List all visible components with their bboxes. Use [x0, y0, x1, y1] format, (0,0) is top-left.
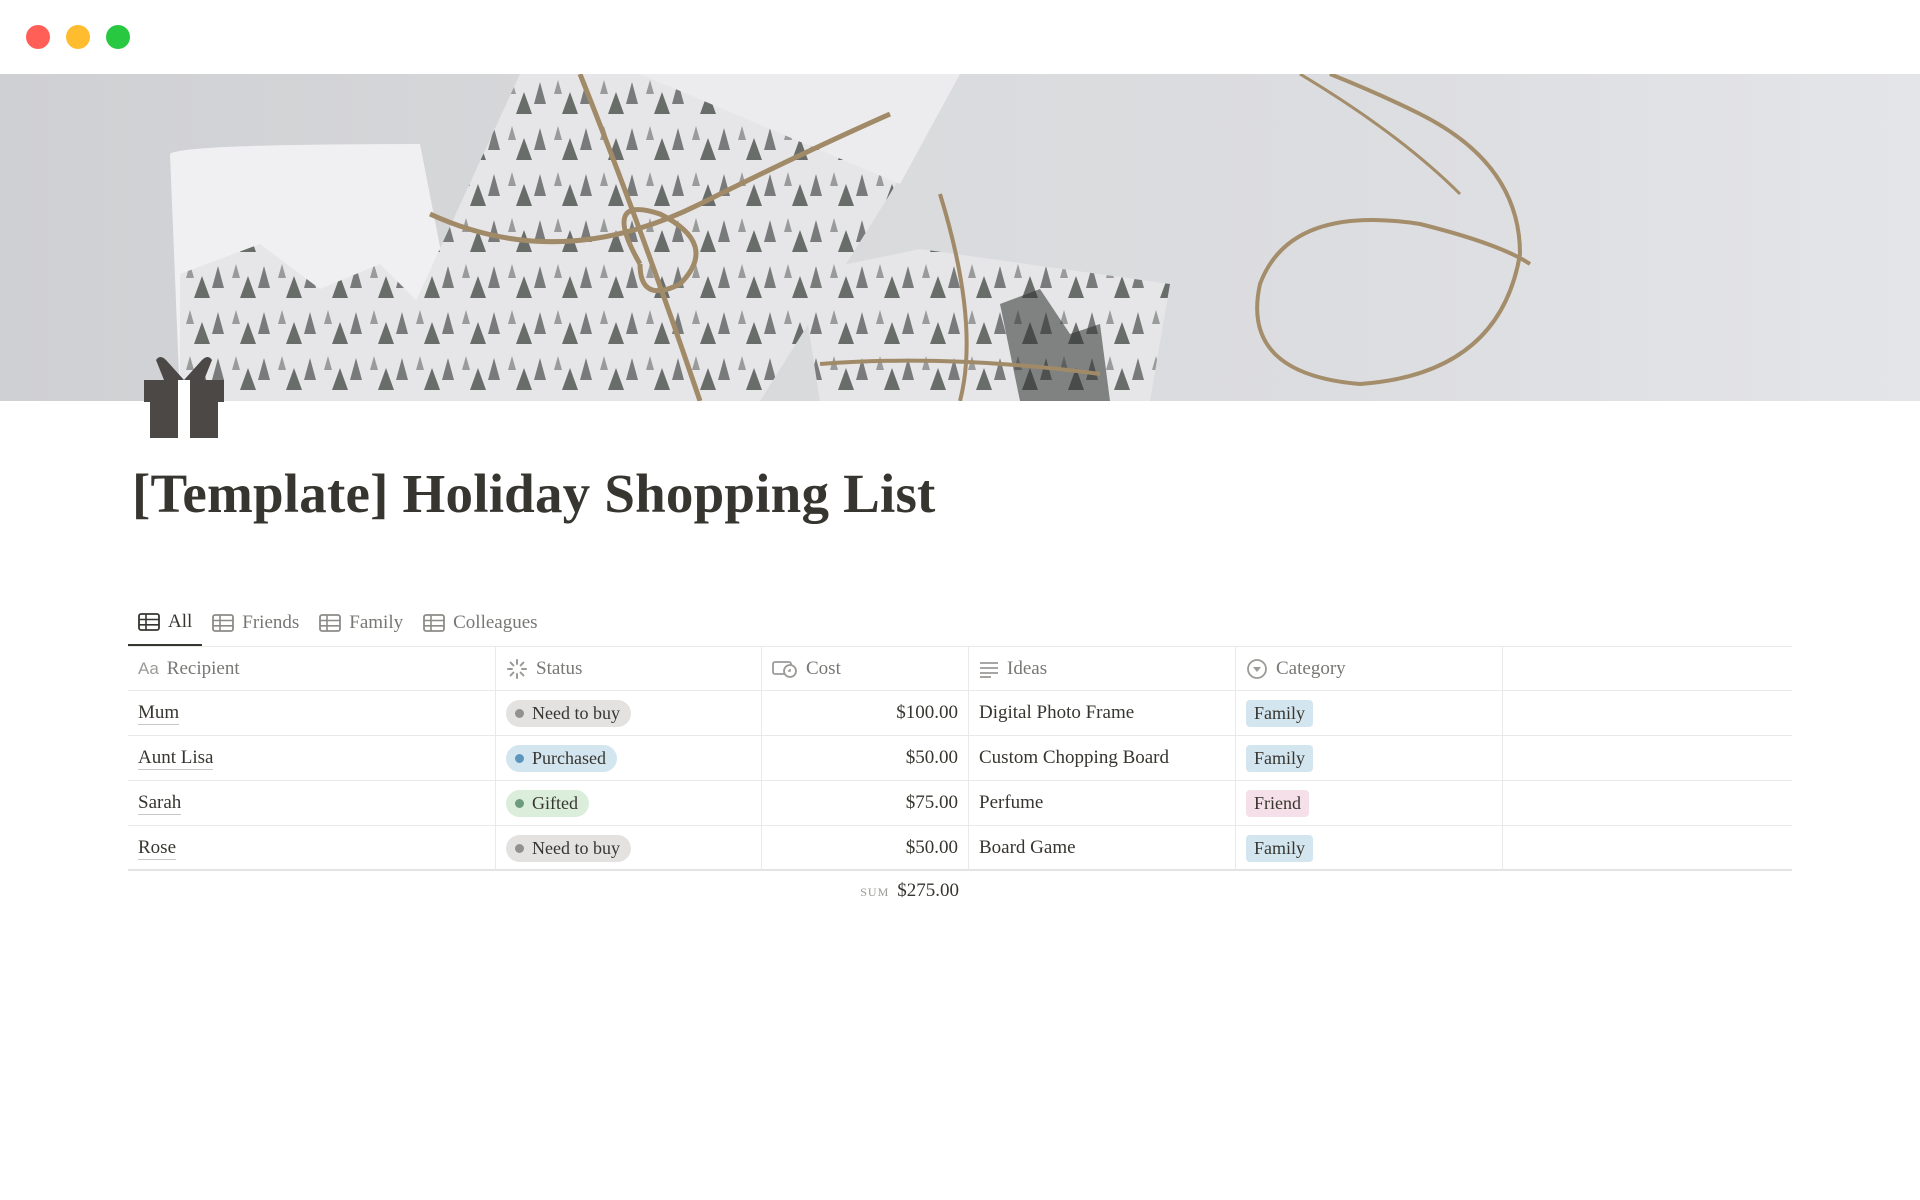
table-header-row: Aa Recipient Status Cost Ideas Category: [128, 646, 1792, 691]
ideas-text: Board Game: [979, 837, 1076, 858]
status-badge[interactable]: Need to buy: [506, 699, 631, 727]
cost-value: $50.00: [905, 747, 958, 768]
status-cell[interactable]: Need to buy: [496, 826, 762, 870]
recipient-cell[interactable]: Sarah: [128, 781, 496, 825]
window-titlebar: [0, 0, 1920, 74]
tab-all[interactable]: All: [128, 600, 203, 647]
empty-cell: [1503, 736, 1792, 780]
status-dot: [515, 798, 524, 808]
recipient-name[interactable]: Mum: [138, 702, 180, 725]
tab-colleagues[interactable]: Colleagues: [413, 600, 547, 646]
column-header-ideas[interactable]: Ideas: [969, 647, 1236, 691]
column-header-status[interactable]: Status: [496, 647, 762, 691]
recipient-cell[interactable]: Mum: [128, 691, 496, 735]
cost-cell[interactable]: $100.00: [762, 691, 969, 735]
select-property-icon: [1247, 659, 1267, 679]
category-tag[interactable]: Friend: [1246, 789, 1309, 817]
minimize-window-button[interactable]: [66, 25, 90, 49]
cover-image[interactable]: [0, 74, 1920, 401]
empty-cell: [1503, 691, 1792, 735]
recipient-name[interactable]: Aunt Lisa: [138, 747, 214, 770]
cost-sum-calculation[interactable]: SUM $275.00: [128, 875, 959, 907]
page-title[interactable]: [Template] Holiday Shopping List: [132, 462, 936, 525]
ideas-text: Perfume: [979, 792, 1044, 813]
empty-cell: [1503, 826, 1792, 870]
tab-label: All: [168, 611, 193, 632]
cost-cell[interactable]: $75.00: [762, 781, 969, 825]
column-label: Ideas: [1007, 658, 1048, 679]
gift-icon[interactable]: [144, 354, 224, 438]
status-badge[interactable]: Gifted: [506, 789, 589, 817]
status-cell[interactable]: Purchased: [496, 736, 762, 780]
cost-cell[interactable]: $50.00: [762, 736, 969, 780]
status-cell[interactable]: Gifted: [496, 781, 762, 825]
cost-value: $100.00: [896, 702, 958, 723]
column-header-cost[interactable]: Cost: [762, 647, 969, 691]
table-row[interactable]: Aunt Lisa Purchased $50.00 Custom Choppi…: [128, 736, 1792, 781]
maximize-window-button[interactable]: [106, 25, 130, 49]
ideas-text: Custom Chopping Board: [979, 747, 1170, 768]
cost-value: $75.00: [905, 792, 958, 813]
category-cell[interactable]: Family: [1236, 691, 1503, 735]
tab-family[interactable]: Family: [309, 600, 413, 646]
status-dot: [515, 708, 524, 718]
ideas-cell[interactable]: Perfume: [969, 781, 1236, 825]
ideas-cell[interactable]: Board Game: [969, 826, 1236, 870]
column-header-recipient[interactable]: Aa Recipient: [128, 647, 496, 691]
view-tabs: All Friends Family Colleagues: [128, 600, 548, 648]
status-label: Need to buy: [532, 702, 620, 723]
column-label: Cost: [806, 658, 841, 679]
sum-label: SUM: [860, 885, 890, 899]
number-property-icon: [772, 661, 797, 678]
table-icon: [138, 613, 160, 631]
ideas-cell[interactable]: Digital Photo Frame: [969, 691, 1236, 735]
category-cell[interactable]: Family: [1236, 736, 1503, 780]
table-row[interactable]: Mum Need to buy $100.00 Digital Photo Fr…: [128, 691, 1792, 736]
recipient-name[interactable]: Rose: [138, 837, 176, 860]
status-cell[interactable]: Need to buy: [496, 691, 762, 735]
status-property-icon: [507, 659, 527, 679]
category-cell[interactable]: Friend: [1236, 781, 1503, 825]
status-badge[interactable]: Need to buy: [506, 834, 631, 862]
table-icon: [212, 614, 235, 632]
status-dot: [515, 843, 524, 853]
status-badge[interactable]: Purchased: [506, 744, 617, 772]
ideas-cell[interactable]: Custom Chopping Board: [969, 736, 1236, 780]
recipient-cell[interactable]: Aunt Lisa: [128, 736, 496, 780]
category-tag[interactable]: Family: [1246, 744, 1314, 772]
database-table: Aa Recipient Status Cost Ideas Category …: [128, 646, 1792, 871]
category-tag[interactable]: Family: [1246, 699, 1314, 727]
ideas-text: Digital Photo Frame: [979, 702, 1135, 723]
cost-value: $50.00: [905, 837, 958, 858]
tab-label: Family: [349, 612, 404, 633]
empty-cell: [1503, 781, 1792, 825]
recipient-cell[interactable]: Rose: [128, 826, 496, 870]
list-property-icon: [980, 662, 998, 678]
cover-illustration: [170, 74, 1532, 401]
close-window-button[interactable]: [26, 25, 50, 49]
table-row[interactable]: Sarah Gifted $75.00 Perfume Friend: [128, 781, 1792, 826]
status-label: Need to buy: [532, 837, 620, 858]
text-property-icon: Aa: [138, 659, 159, 678]
column-label: Category: [1276, 658, 1346, 679]
tab-friends[interactable]: Friends: [202, 600, 309, 646]
recipient-name[interactable]: Sarah: [138, 792, 182, 815]
cost-cell[interactable]: $50.00: [762, 826, 969, 870]
table-row[interactable]: Rose Need to buy $50.00 Board Game Famil…: [128, 826, 1792, 871]
status-label: Gifted: [532, 792, 578, 813]
column-label: Recipient: [166, 658, 240, 679]
status-label: Purchased: [532, 747, 606, 768]
tab-label: Friends: [242, 612, 300, 633]
column-label: Status: [536, 658, 583, 679]
category-cell[interactable]: Family: [1236, 826, 1503, 870]
column-header-add[interactable]: [1503, 647, 1792, 691]
sum-value: $275.00: [897, 880, 959, 901]
category-tag[interactable]: Family: [1246, 834, 1314, 862]
tab-label: Colleagues: [453, 612, 538, 633]
status-dot: [515, 753, 524, 763]
table-icon: [319, 614, 342, 632]
table-icon: [423, 614, 446, 632]
column-header-category[interactable]: Category: [1236, 647, 1503, 691]
